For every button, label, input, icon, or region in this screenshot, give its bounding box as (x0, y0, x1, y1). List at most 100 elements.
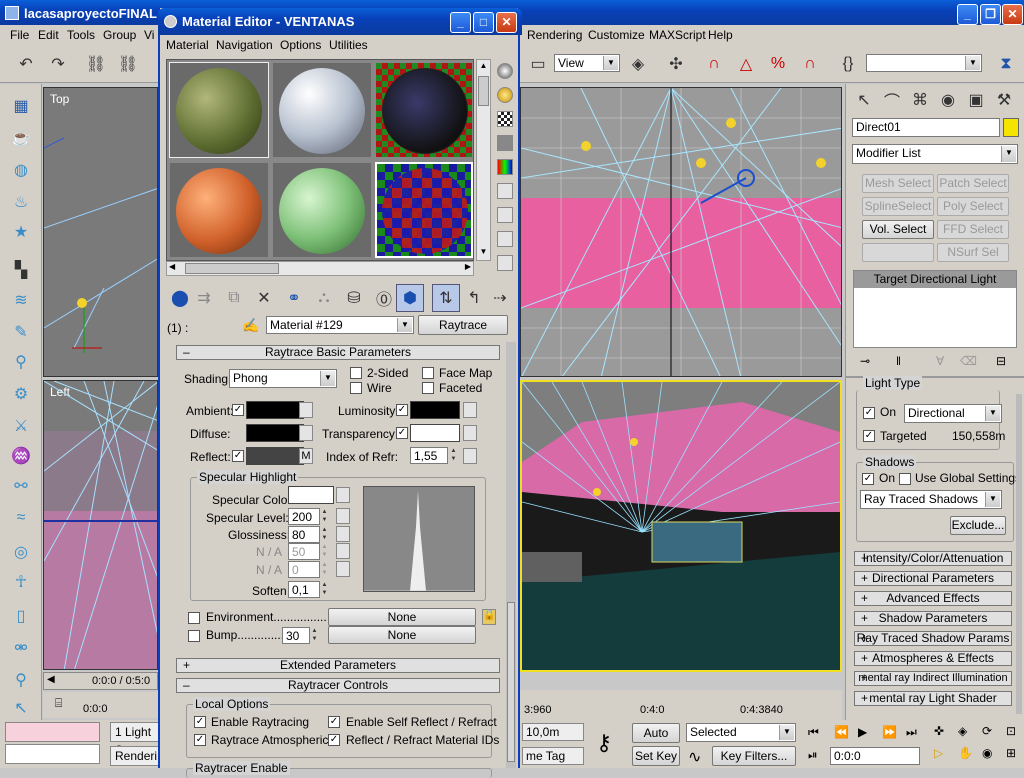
ambient-map-button[interactable] (299, 402, 313, 418)
specular-level-field[interactable]: 200 (288, 508, 320, 525)
named-selection-set-dropdown[interactable]: ▼ (866, 54, 982, 72)
snap-3d-icon[interactable]: ∩ (700, 50, 728, 78)
zoom-all-icon[interactable]: ◈ (958, 724, 967, 738)
zoom-icon[interactable]: ✜ (934, 724, 944, 738)
ambient-checkbox[interactable]: ✓ (232, 404, 244, 416)
transparency-checkbox[interactable]: ✓ (396, 427, 408, 439)
viewport-top[interactable]: Top (43, 87, 158, 377)
transparency-map-button[interactable] (463, 425, 477, 441)
me-menu-material[interactable]: Material (160, 35, 215, 55)
current-frame-field[interactable]: 0:0:0 (830, 747, 920, 765)
stack-item-target-directional-light[interactable]: Target Directional Light (854, 271, 1016, 288)
create-tab-icon[interactable]: ↖ (850, 86, 878, 114)
auto-key-button[interactable]: Auto Key (632, 723, 680, 758)
key-mode-icon[interactable]: ⏯ (808, 748, 818, 763)
sample-slot-4[interactable] (169, 162, 269, 258)
poly-select-button[interactable]: Poly Select (937, 197, 1009, 216)
pencil-icon[interactable]: ✎ (7, 318, 35, 346)
sample-slot-5[interactable] (272, 162, 372, 258)
prev-frame-icon[interactable]: ⏪ (834, 725, 849, 739)
specular-color-swatch[interactable] (288, 486, 334, 504)
redo-icon[interactable]: ↷ (44, 50, 72, 78)
go-to-parent-icon[interactable]: ↰ (460, 284, 488, 312)
rollout-raytrace-basic[interactable]: – Raytrace Basic Parameters (176, 345, 500, 360)
reference-coord-dropdown[interactable]: View ▼ (554, 54, 620, 72)
goto-start-icon[interactable]: ⏮ (808, 725, 819, 740)
menu-file[interactable]: File (4, 25, 35, 45)
material-type-button[interactable]: Raytrace (418, 315, 508, 335)
trackbar-right[interactable]: 3:960 0:4:0 0:4:3840 (520, 690, 842, 720)
specular-level-map-button[interactable] (336, 508, 350, 524)
trackbar[interactable]: ⌸ 0:0:0 (43, 692, 158, 718)
select-region-icon[interactable]: ▭ (524, 50, 552, 78)
ffd-select-button[interactable]: FFD Select (937, 220, 1009, 239)
next-frame-icon[interactable]: ⏩ (882, 725, 897, 739)
wire-checkbox[interactable] (350, 382, 362, 394)
hscroll-thumb[interactable] (185, 263, 279, 274)
assign-material-icon[interactable]: ⧉ (220, 284, 248, 312)
bend-icon[interactable]: ⚔ (7, 412, 35, 440)
faceted-checkbox[interactable] (422, 382, 434, 394)
ior-field[interactable]: 1,55 (410, 447, 448, 464)
modifier-stack[interactable]: Target Directional Light (853, 270, 1017, 348)
spinner-snap-icon[interactable]: ∩ (796, 50, 824, 78)
environment-map-button[interactable]: None (328, 608, 476, 626)
unlink-icon[interactable]: ⛓ (114, 50, 142, 78)
make-unique-icon[interactable]: ∀ (936, 354, 944, 368)
reflect-checkbox[interactable]: ✓ (232, 450, 244, 462)
backlight-icon[interactable] (497, 87, 513, 103)
panel-scrollbar[interactable] (1016, 394, 1022, 714)
na-field-2[interactable]: 0 (288, 561, 320, 578)
trackbar-key-icon[interactable]: ⌸ (55, 696, 62, 711)
na-spinner-2[interactable]: ▲ ▼ (320, 561, 329, 577)
walker-icon[interactable]: ⚲ (7, 666, 35, 694)
hierarchy-tab-icon[interactable]: ⌘ (906, 86, 934, 114)
luminosity-checkbox[interactable]: ✓ (396, 404, 408, 416)
blank-mod-button[interactable] (862, 243, 934, 262)
motion-tab-icon[interactable]: ◉ (934, 86, 962, 114)
glossiness-field[interactable]: 80 (288, 526, 320, 543)
ior-map-button[interactable] (463, 448, 477, 464)
rollout-shadow-parameters[interactable]: + Shadow Parameters (854, 611, 1012, 626)
vol-select-button[interactable]: Vol. Select (862, 220, 934, 239)
add-time-tag[interactable]: me Tag (522, 747, 584, 765)
na-map-button-1[interactable] (336, 543, 350, 559)
me-minimize-button[interactable]: _ (450, 12, 471, 33)
fov-icon[interactable]: ⊡ (1006, 724, 1016, 738)
modify-tab-icon[interactable]: ⌒ (878, 86, 906, 114)
make-unique-material-icon[interactable]: ⛬ (310, 284, 338, 312)
show-map-in-viewport-icon[interactable]: ⬢ (396, 284, 424, 312)
rollout-intensity[interactable]: + Intensity/Color/Attenuation (854, 551, 1012, 566)
menu-edit[interactable]: Edit (32, 25, 65, 45)
maximize-viewport-icon[interactable]: ⊞ (1006, 746, 1016, 760)
me-maximize-button[interactable]: □ (473, 12, 494, 33)
na-spinner-1[interactable]: ▲ ▼ (320, 543, 329, 559)
luminosity-map-button[interactable] (463, 402, 477, 418)
reflect-map-button[interactable]: M (299, 448, 313, 464)
enable-raytracing-checkbox[interactable]: ✓ (194, 716, 206, 728)
me-menu-options[interactable]: Options (274, 35, 327, 55)
arc-rotate-icon[interactable]: ◉ (982, 746, 992, 760)
put-to-library-icon[interactable]: ⛁ (340, 284, 368, 312)
material-effects-channel-icon[interactable]: ⓪ (370, 284, 398, 312)
video-color-icon[interactable] (497, 159, 513, 175)
copy-material-icon[interactable]: ⚭ (280, 284, 308, 312)
scroll-left-icon[interactable]: ◀ (169, 262, 175, 271)
shading-dropdown[interactable]: Phong ▼ (229, 369, 337, 388)
menu-customize[interactable]: Customize (582, 25, 651, 45)
patch-select-button[interactable]: Patch Select (937, 174, 1009, 193)
material-navigator-icon[interactable] (497, 255, 513, 271)
menu-tools[interactable]: Tools (61, 25, 101, 45)
rollout-atmospheres[interactable]: + Atmospheres & Effects (854, 651, 1012, 666)
sample-slot-3[interactable] (375, 62, 473, 158)
link-icon[interactable]: ⛓ (82, 50, 110, 78)
pin-stack-icon[interactable]: ⊸ (860, 354, 870, 368)
pick-material-icon[interactable]: ✍ (242, 317, 259, 334)
rollout-extended-parameters[interactable]: + Extended Parameters (176, 658, 500, 673)
glossiness-map-button[interactable] (336, 526, 350, 542)
reflect-ids-checkbox[interactable]: ✓ (328, 734, 340, 746)
time-slider-prev-icon[interactable]: ◀ (47, 674, 55, 685)
scroll-right-icon[interactable]: ▶ (465, 262, 471, 271)
show-end-result-me-icon[interactable]: ⇅ (432, 284, 460, 312)
ior-spinner[interactable]: ▲ ▼ (449, 447, 458, 463)
